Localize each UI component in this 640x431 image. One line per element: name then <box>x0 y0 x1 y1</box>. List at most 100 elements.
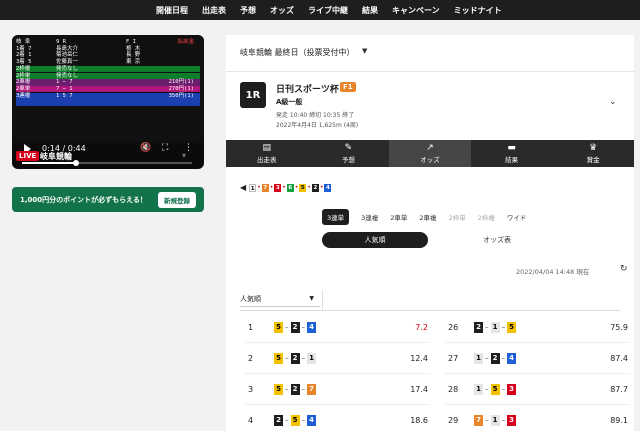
result-overlay-cell: 9 R <box>56 39 66 45</box>
race-number-badge: 1R <box>240 82 266 108</box>
bike-number-chip: 3 <box>507 383 516 395</box>
nav-item-6[interactable]: キャンペーン <box>392 5 440 16</box>
row-divider <box>244 342 430 343</box>
bet-type-2[interactable]: 2車単 <box>390 212 407 222</box>
bet-type-1[interactable]: 3連複 <box>361 212 378 222</box>
video-progress-fill <box>22 162 77 164</box>
video-progress[interactable] <box>22 160 192 166</box>
result-overlay-cell: 発売なし <box>56 72 79 79</box>
video-player[interactable]: 岐 阜 9 R F I 払戻金 1着 7 長島大介栃 木 2着 1 菊池岳仁 長 野 3着 5 佐藤… <box>12 35 204 169</box>
bike-number-chip: 5 <box>274 321 283 333</box>
odds-row[interactable]: 4 2–5–4 18.6 <box>248 413 428 427</box>
bike-number-chip: 2 <box>490 352 500 364</box>
row-divider <box>444 404 630 405</box>
sort-select[interactable]: 人気順 ▼ <box>240 294 320 307</box>
separator-dot: • <box>257 184 261 191</box>
fullscreen-icon[interactable]: ⛶ <box>162 143 168 153</box>
bet-type-3[interactable]: 2車複 <box>419 212 436 222</box>
bike-number-chip: 4 <box>307 414 316 426</box>
nav-item-0[interactable]: 開催日程 <box>156 5 188 16</box>
result-overlay-cell <box>166 46 200 53</box>
combo-dash: – <box>485 416 489 424</box>
register-button[interactable]: 新規登録 <box>158 192 196 208</box>
tab-popular-order[interactable]: 人気順 <box>322 232 428 248</box>
bike-number-chip: 1 <box>490 321 500 333</box>
divider <box>226 71 634 72</box>
combo-dash: – <box>501 385 506 393</box>
bike-number-chip: 5 <box>274 352 283 364</box>
bike-number-chip: 2 <box>290 352 300 364</box>
result-overlay-row: 2車複 1 − 7 210円(1) <box>16 79 200 86</box>
nav-item-7[interactable]: ミッドナイト <box>454 5 502 16</box>
bike-number-chip: 6 <box>286 183 294 192</box>
result-overlay-cell: 佐藤真一 <box>56 59 79 66</box>
odds-row[interactable]: 1 5–2–4 7.2 <box>248 320 428 334</box>
tab-trophy[interactable]: ♛ 賞金 <box>552 140 634 167</box>
odds-rank: 4 <box>248 415 254 425</box>
bike-number-chip: 2 <box>290 321 300 333</box>
promo-text: 1,000円分のポイントが必ずもらえる！ <box>20 196 147 204</box>
chevron-down-icon[interactable]: ▼ <box>362 47 367 55</box>
combo-dash: – <box>501 323 506 331</box>
bike-number-chip: 4 <box>324 183 332 192</box>
odds-row[interactable]: 28 1–5–3 87.7 <box>448 382 628 396</box>
nav-item-4[interactable]: ライブ中継 <box>308 5 348 16</box>
bike-number-chip: 3 <box>274 183 282 192</box>
odds-combination: 5–2–4 <box>274 321 316 333</box>
odds-rank: 1 <box>248 322 254 332</box>
result-overlay-cell: 2着 1 <box>16 52 32 59</box>
last-result-combo[interactable]: ◀ 1 • 7 • 3 • 6 • 5 • 2 • 4 <box>240 182 332 193</box>
top-nav: 開催日程 出走表 予想 オッズ ライブ中継 結果 キャンペーン ミッドナイト <box>0 0 640 20</box>
bet-type-0[interactable]: 3連単 <box>322 209 350 225</box>
nav-item-1[interactable]: 出走表 <box>202 5 226 16</box>
row-divider <box>244 373 430 374</box>
tab-odds-chart[interactable]: ↗ オッズ <box>389 140 471 167</box>
tab-prediction[interactable]: ✎ 予想 <box>308 140 390 167</box>
nav-item-5[interactable]: 結果 <box>362 5 378 16</box>
promo-banner[interactable]: 1,000円分のポイントが必ずもらえる！ 新規登録 <box>12 187 204 212</box>
arrow-left-icon[interactable]: ◀ <box>240 183 246 192</box>
chevron-down-icon[interactable]: ⌄ <box>609 97 617 107</box>
venue-name[interactable]: 岐阜競輪 <box>40 151 72 162</box>
odds-value: 87.7 <box>610 384 628 394</box>
trophy-icon: ♛ <box>589 143 598 153</box>
bike-number-chip: 5 <box>507 321 516 333</box>
bike-number-chip: 2 <box>474 321 483 333</box>
meet-selector[interactable]: 岐阜競輪 最終日（投票受付中） <box>240 47 355 58</box>
odds-combination: 5–2–1 <box>274 352 316 364</box>
combo-dash: – <box>485 385 489 393</box>
race-time: 発走 10:40 締切 10:35 終了 <box>276 112 355 119</box>
divider <box>240 310 620 311</box>
odds-row[interactable]: 3 5–2–7 17.4 <box>248 382 428 396</box>
mute-icon[interactable]: 🔇 <box>140 143 151 153</box>
chevron-down-icon[interactable]: ▾ <box>182 151 186 160</box>
tab-result[interactable]: ▬ 結果 <box>471 140 553 167</box>
odds-row[interactable]: 29 7–1–3 89.1 <box>448 413 628 427</box>
result-overlay-cell: 2枠複 <box>16 65 31 72</box>
bike-number-chip: 2 <box>274 414 283 426</box>
bike-number-chip: 1 <box>307 352 316 364</box>
refresh-icon[interactable]: ↻ <box>620 264 628 274</box>
odds-rank: 3 <box>248 384 254 394</box>
nav-item-3[interactable]: オッズ <box>270 5 294 16</box>
odds-row[interactable]: 26 2–1–5 75.9 <box>448 320 628 334</box>
combo-dash: – <box>301 354 306 362</box>
bet-type-6[interactable]: ワイド <box>507 212 527 222</box>
combo-dash: – <box>285 323 289 331</box>
tab-label: 出走表 <box>257 156 277 164</box>
odds-row[interactable]: 27 1–2–4 87.4 <box>448 351 628 365</box>
result-overlay-cell: 7 − 1 <box>56 85 73 92</box>
combo-dash: – <box>285 354 289 362</box>
result-overlay-cell: 岐 阜 <box>16 39 31 45</box>
tab-race-card[interactable]: ▤ 出走表 <box>226 140 308 167</box>
bet-type-4: 2枠単 <box>448 214 466 222</box>
video-progress-handle[interactable] <box>73 160 80 166</box>
video-screen[interactable]: 岐 阜 9 R F I 払戻金 1着 7 長島大介栃 木 2着 1 菊池岳仁 長 野 3着 5 佐藤… <box>12 35 204 143</box>
odds-row[interactable]: 2 5–2–1 12.4 <box>248 351 428 365</box>
race-title: 日刊スポーツ杯 <box>276 85 339 95</box>
nav-item-2[interactable]: 予想 <box>240 5 256 16</box>
tab-odds-table[interactable]: オッズ表 <box>444 232 550 248</box>
bike-number-chip: 5 <box>290 414 300 426</box>
bike-number-chip: 3 <box>507 414 516 426</box>
result-overlay-cell <box>126 93 166 100</box>
